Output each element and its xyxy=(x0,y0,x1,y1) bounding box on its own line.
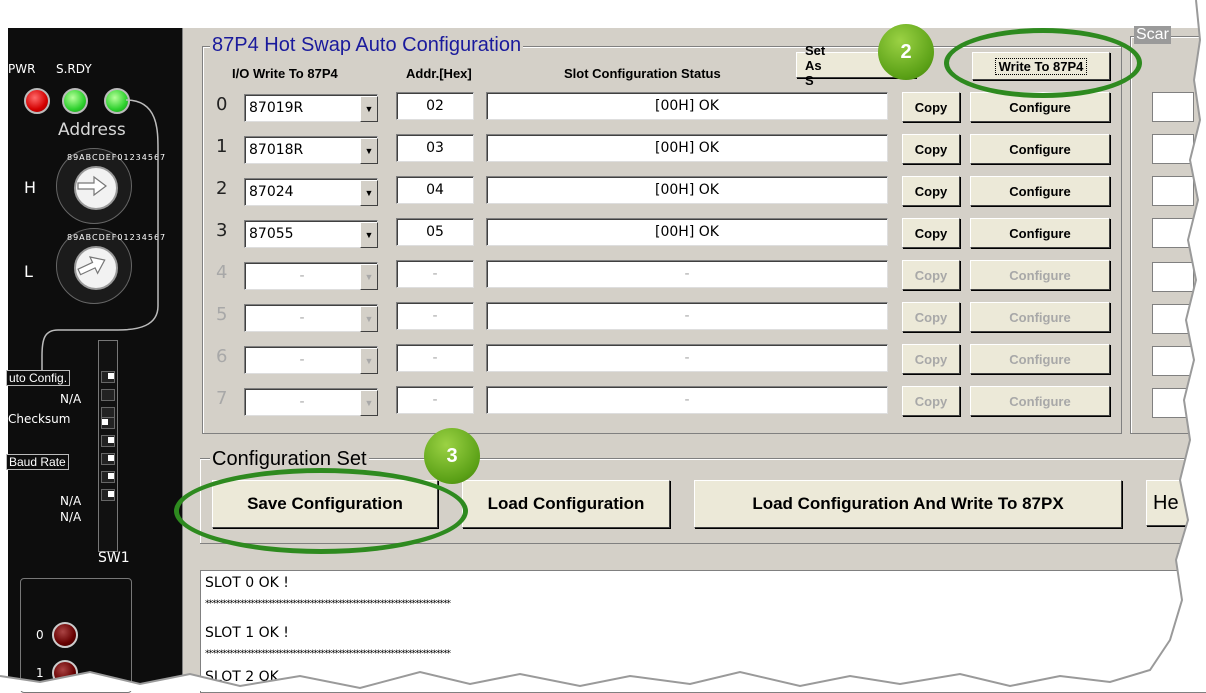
screenshot-frame: PWR S.RDY Address H L 89ABCDEF01234567 8… xyxy=(0,0,1206,693)
torn-paper-edge xyxy=(0,0,1206,691)
step-2-badge: 2 xyxy=(878,24,934,80)
highlight-ring-write xyxy=(944,28,1142,98)
highlight-ring-save xyxy=(174,468,468,554)
step-3-badge: 3 xyxy=(424,428,480,484)
